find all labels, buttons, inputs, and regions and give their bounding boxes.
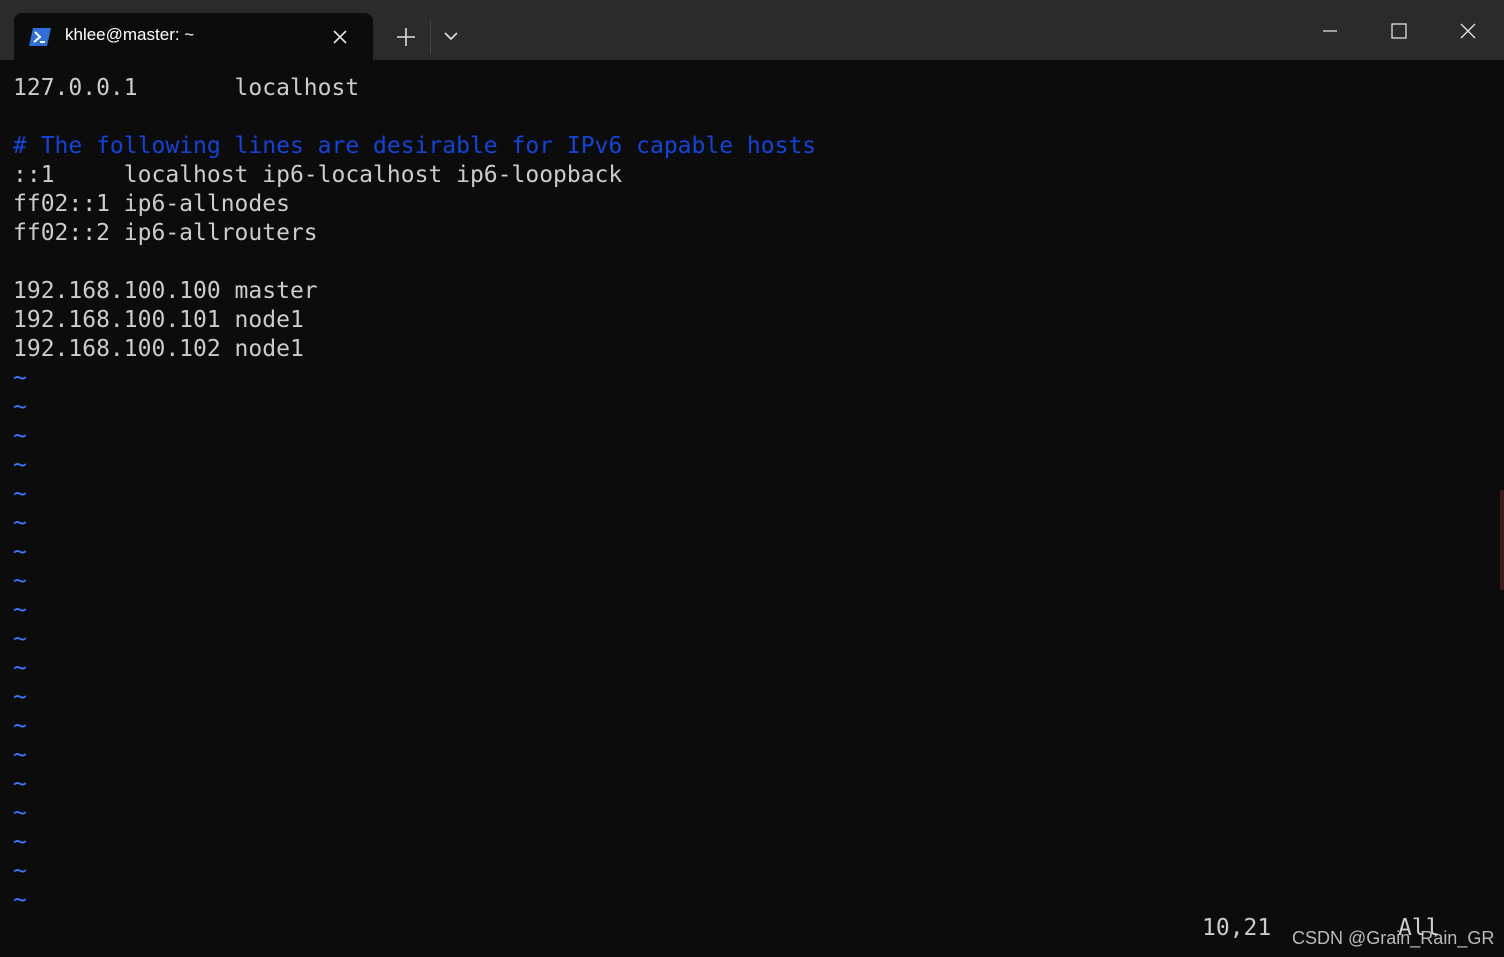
empty-line-marker: ~ [13,626,27,652]
tab-khlee-master[interactable]: khlee@master: ~ [14,13,373,60]
empty-line-marker: ~ [13,452,27,478]
empty-line-marker: ~ [13,655,27,681]
empty-line-marker: ~ [13,829,27,855]
empty-line-marker: ~ [13,800,27,826]
empty-line-marker: ~ [13,858,27,884]
watermark: CSDN @Grain_Rain_GR [1292,928,1495,948]
buffer-line: ::1 localhost ip6-localhost ip6-loopback [13,162,623,188]
buffer-line: 192.168.100.101 node1 [13,307,304,333]
empty-line-marker: ~ [13,394,27,420]
empty-line-marker: ~ [13,742,27,768]
tab-divider [430,20,431,54]
empty-line-marker: ~ [13,713,27,739]
minimize-button[interactable] [1296,0,1364,60]
buffer-line [13,103,816,132]
empty-line-marker: ~ [13,539,27,565]
cursor-position: 10,21 [1202,915,1272,941]
empty-line-marker: ~ [13,771,27,797]
empty-line-marker: ~ [13,481,27,507]
empty-line-marker: ~ [13,597,27,623]
buffer-line: 127.0.0.1 localhost [13,75,360,101]
scrollbar[interactable] [1500,490,1504,590]
buffer-line: ff02::2 ip6-allrouters [13,220,318,246]
empty-line-marker: ~ [13,568,27,594]
close-window-button[interactable] [1434,0,1502,60]
buffer-line: ff02::1 ip6-allnodes [13,191,290,217]
chevron-down-icon[interactable] [439,24,463,48]
plus-icon[interactable] [391,22,421,52]
terminal-window: khlee@master: ~ 127.0.0.1 localhost # Th… [0,0,1504,957]
empty-line-marker: ~ [13,510,27,536]
title-bar[interactable]: khlee@master: ~ [0,0,1504,60]
tab-title: khlee@master: ~ [65,25,195,44]
powershell-icon [28,27,52,47]
comment-line: # The following lines are desirable for … [13,133,817,159]
buffer-line: 192.168.100.100 master [13,278,318,304]
terminal-content[interactable]: 127.0.0.1 localhost # The following line… [0,60,1504,957]
empty-line-marker: ~ [13,887,27,913]
buffer-line: 192.168.100.102 node1 [13,336,304,362]
empty-line-marker: ~ [13,684,27,710]
empty-line-marker: ~ [13,423,27,449]
close-icon[interactable] [331,28,349,46]
vim-buffer[interactable]: 127.0.0.1 localhost # The following line… [13,74,816,915]
buffer-line [13,248,816,277]
maximize-button[interactable] [1365,0,1433,60]
empty-line-marker: ~ [13,365,27,391]
